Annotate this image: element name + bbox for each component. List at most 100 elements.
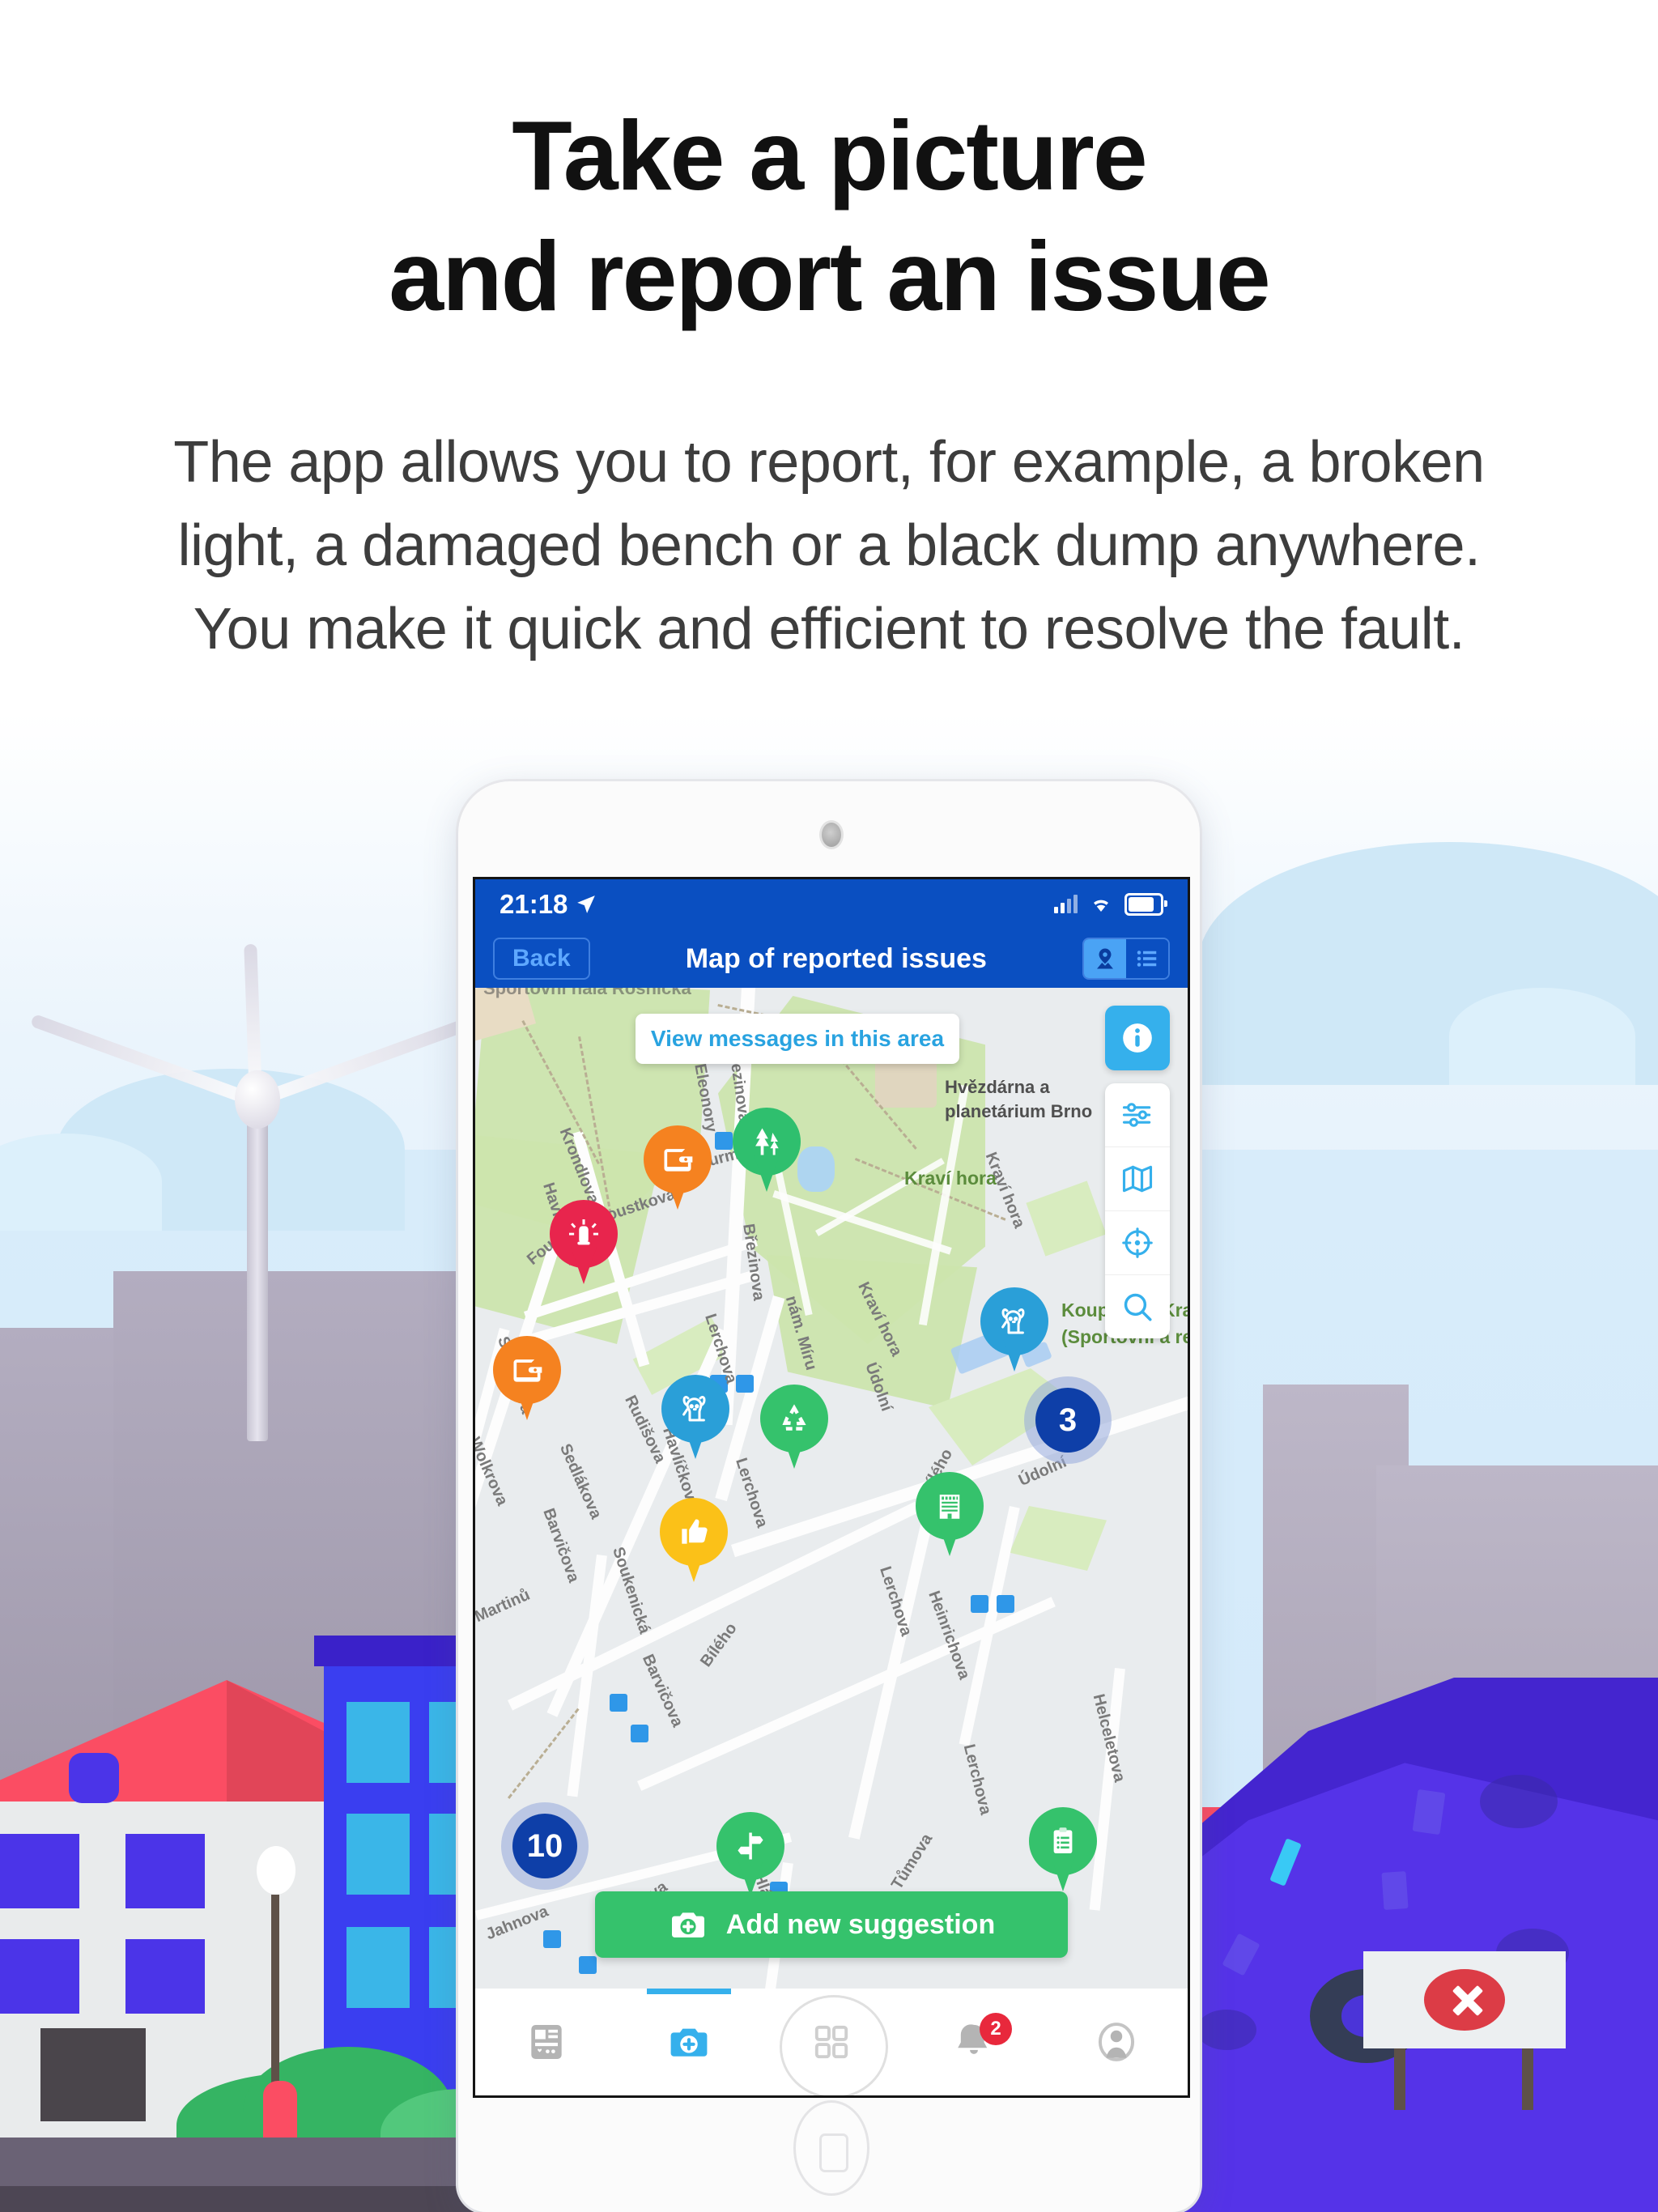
status-bar: 21:18 xyxy=(475,879,1188,929)
windmill-blade-2 xyxy=(249,1013,483,1109)
building-blue-window-1 xyxy=(346,1702,410,1783)
headline-line-1: Take a picture xyxy=(512,100,1147,211)
trees-icon xyxy=(733,1108,801,1176)
transit-stop-9 xyxy=(543,1930,561,1948)
news-card-icon xyxy=(531,2025,562,2059)
red-x-circle-icon xyxy=(1424,1969,1505,2031)
status-time: 21:18 xyxy=(500,889,568,919)
filters-button[interactable] xyxy=(1105,1083,1170,1147)
place-label-sportovni-hala: Sportovní hala Rosnička xyxy=(483,988,691,998)
status-system-icons xyxy=(1054,893,1167,916)
tab-feed[interactable] xyxy=(475,1989,618,2095)
subcopy-line-2: light, a damaged bench or a black dump a… xyxy=(177,513,1481,578)
phone-screen: 21:18 Back Map of reported issues Sporto… xyxy=(473,877,1190,2098)
wifi-icon xyxy=(1094,900,1108,912)
location-arrow-icon xyxy=(577,895,596,913)
cellular-bars-icon xyxy=(1054,895,1078,913)
pin-clipboard-green[interactable] xyxy=(1029,1807,1097,1896)
info-button[interactable] xyxy=(1105,1006,1170,1070)
place-label-hvezdarna-2: planetárium Brno xyxy=(945,1101,1093,1121)
info-icon xyxy=(1123,1023,1152,1053)
dump-blob-1 xyxy=(1480,1775,1558,1828)
clipboard-icon xyxy=(1029,1807,1097,1875)
nav-title: Map of reported issues xyxy=(685,942,987,974)
street-label-barvicova-1: Barvičova xyxy=(638,1652,687,1730)
observatory-building xyxy=(875,1061,937,1108)
cluster-count: 3 xyxy=(1058,1402,1078,1438)
pin-thumbsup-yellow[interactable] xyxy=(660,1498,728,1587)
layers-button[interactable] xyxy=(1105,1147,1170,1211)
folded-map-icon xyxy=(1122,1165,1153,1193)
transit-stop-5 xyxy=(997,1595,1014,1613)
pin-building-green[interactable] xyxy=(916,1472,984,1561)
transit-stop-4 xyxy=(971,1595,988,1613)
windmill xyxy=(29,943,483,1441)
sliders-icon xyxy=(1122,1103,1151,1127)
pin-trees-green[interactable] xyxy=(733,1108,801,1197)
home-button[interactable] xyxy=(793,2100,869,2196)
battery-icon xyxy=(1124,893,1167,916)
dump-blob-3 xyxy=(1197,2010,1256,2050)
nav-bar: Back Map of reported issues xyxy=(475,929,1188,988)
street-label-soukenicka: Soukenická xyxy=(609,1545,654,1636)
windmill-hub xyxy=(235,1070,280,1129)
building-blue-window-5 xyxy=(346,1927,410,2008)
street-lamp-head xyxy=(257,1846,295,1895)
dump-scrap-1 xyxy=(1412,1789,1446,1836)
thumbs-up-icon xyxy=(660,1498,728,1566)
alarm-bell-icon xyxy=(550,1200,618,1268)
pin-dog-blue-right[interactable] xyxy=(980,1287,1048,1376)
locate-button[interactable] xyxy=(1105,1211,1170,1275)
wallet-icon xyxy=(644,1125,712,1193)
tab-profile[interactable] xyxy=(1045,1989,1188,2095)
pin-signpost-green[interactable] xyxy=(716,1812,784,1901)
pin-dog-blue-left[interactable] xyxy=(661,1375,729,1464)
tab-grid[interactable] xyxy=(760,1989,903,2095)
view-messages-button[interactable]: View messages in this area xyxy=(636,1014,959,1064)
building-blue-window-3 xyxy=(346,1814,410,1895)
add-new-suggestion-label: Add new suggestion xyxy=(725,1908,996,1940)
subcopy-line-1: The app allows you to report, for exampl… xyxy=(173,430,1485,495)
back-button[interactable]: Back xyxy=(493,938,590,980)
person-icon xyxy=(1098,2023,1135,2061)
tab-grid-ring xyxy=(780,1995,888,2095)
street-label-helceletova: Helceletova xyxy=(1089,1692,1129,1784)
recycle-icon xyxy=(760,1385,828,1453)
sign-board xyxy=(1363,1951,1566,2048)
transit-stop-7 xyxy=(631,1725,648,1742)
park-strip-4 xyxy=(1026,1180,1107,1257)
tab-camera[interactable] xyxy=(618,1989,760,2095)
segment-map-view[interactable] xyxy=(1084,939,1126,978)
place-label-hvezdarna-1: Hvězdárna a xyxy=(945,1077,1050,1097)
phone-mockup: 21:18 Back Map of reported issues Sporto… xyxy=(458,781,1200,2212)
transit-stop-6 xyxy=(610,1694,627,1712)
cluster-3[interactable]: 3 xyxy=(1035,1388,1100,1453)
sign-leg-left xyxy=(1394,2047,1405,2110)
pin-wallet-orange-top[interactable] xyxy=(644,1125,712,1214)
street-label-sedlakova-2: Sedlákova xyxy=(555,1441,606,1522)
no-dumping-sign xyxy=(1363,1951,1566,2110)
search-button[interactable] xyxy=(1105,1275,1170,1338)
dump-scrap-2 xyxy=(1381,1871,1409,1910)
pin-wallet-orange-left[interactable] xyxy=(493,1336,561,1425)
transit-stop-10 xyxy=(579,1956,597,1974)
segment-list-view[interactable] xyxy=(1126,939,1168,978)
front-camera-icon xyxy=(819,820,844,849)
pin-alarm-red[interactable] xyxy=(550,1200,618,1289)
add-new-suggestion-button[interactable]: Add new suggestion xyxy=(595,1891,1068,1958)
tab-notifications[interactable]: 2 xyxy=(903,1989,1045,2095)
page-subtitle: The app allows you to report, for exampl… xyxy=(0,421,1658,671)
pin-recycle-green[interactable] xyxy=(760,1385,828,1474)
cluster-count: 10 xyxy=(526,1827,563,1864)
cluster-10[interactable]: 10 xyxy=(512,1814,577,1878)
tab-bar: 2 xyxy=(475,1989,1188,2095)
view-mode-segmented-control[interactable] xyxy=(1082,938,1170,980)
crosshair-icon xyxy=(1122,1227,1153,1258)
street-label-martinu: Martinů xyxy=(475,1585,533,1627)
house-window-1 xyxy=(0,1834,79,1908)
camera-plus-icon xyxy=(670,2028,708,2057)
map-pin-icon xyxy=(1097,948,1113,969)
map-canvas[interactable]: Sportovní hala Rosnička Hvězdárna a plan… xyxy=(475,988,1188,1989)
list-icon xyxy=(1137,951,1157,967)
pond xyxy=(797,1146,835,1192)
